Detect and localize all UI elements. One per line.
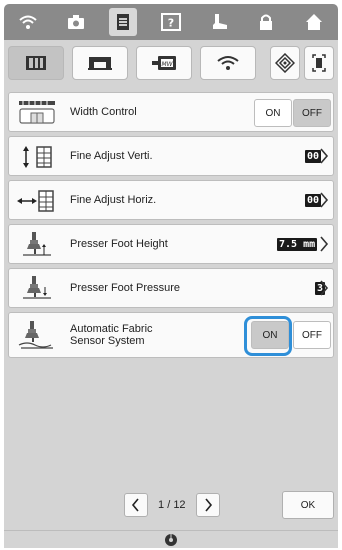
page-total: 12 [173,499,186,511]
chevron-right-icon[interactable] [319,235,329,253]
category-tab-bar: MW [8,46,334,82]
row-presser-foot-height[interactable]: Presser Foot Height 7.5 mm [8,224,334,264]
tab-wlan-icon[interactable] [200,46,256,80]
presser-foot-height-icon [15,229,59,261]
fine-adjust-verti-label: Fine Adjust Verti. [70,150,153,162]
row-width-control: Width Control ON OFF [8,92,334,132]
pager: 1 / 12 [124,492,220,518]
fabric-sensor-label-line1: Automatic Fabric [70,323,153,335]
lock-icon[interactable] [252,8,280,36]
thread-spool-icon[interactable] [164,533,178,547]
chevron-right-icon[interactable] [319,191,329,209]
width-control-icon [15,97,59,129]
width-control-off-button[interactable]: OFF [293,99,331,127]
svg-text:?: ? [168,17,174,30]
presser-foot-lift-icon[interactable] [205,8,233,36]
chevron-right-icon[interactable] [319,147,329,165]
fine-adjust-horizontal-icon [15,185,59,217]
presser-foot-pressure-icon [15,273,59,305]
fine-adjust-vertical-icon [15,141,59,173]
fabric-sensor-off-button[interactable]: OFF [293,321,331,349]
memory-button[interactable] [270,46,300,80]
row-fine-adjust-verti[interactable]: Fine Adjust Verti. 00 [8,136,334,176]
presser-foot-pressure-label: Presser Foot Pressure [70,282,181,294]
tab-sewing-machine-icon[interactable] [72,46,128,80]
bottom-bar [4,530,338,548]
page-current: 1 [158,499,165,511]
width-control-on-button[interactable]: ON [254,99,292,127]
home-icon[interactable] [300,8,328,36]
settings-panel: MW Width Control ON OFF Fine Adjust Vert… [4,40,338,530]
highlight-ring [244,316,292,356]
screen-button[interactable] [304,46,334,80]
ok-button[interactable]: OK [282,491,334,519]
width-control-label: Width Control [70,106,137,118]
row-fine-adjust-horiz[interactable]: Fine Adjust Horiz. 00 [8,180,334,220]
tab-machine-settings-icon[interactable] [8,46,64,80]
presser-foot-height-value: 7.5 mm [277,238,318,251]
presser-foot-height-label: Presser Foot Height [70,238,168,250]
fabric-sensor-label-line2: Sensor System [70,335,145,347]
chevron-right-icon[interactable] [319,279,329,297]
tab-embroidery-settings-icon[interactable]: MW [136,46,192,80]
page-next-button[interactable] [195,493,220,517]
wifi-icon[interactable] [14,8,42,36]
fabric-sensor-label: Automatic Fabric Sensor System [70,313,153,357]
help-icon[interactable]: ? [157,8,185,36]
page-previous-button[interactable] [124,493,148,517]
fabric-sensor-icon [15,319,59,351]
svg-text:MW: MW [161,61,173,68]
settings-page-icon[interactable] [109,8,138,36]
fine-adjust-horiz-label: Fine Adjust Horiz. [70,194,157,206]
page-separator: / [167,499,171,511]
camera-icon[interactable] [62,8,90,36]
page-indicator: 1 / 12 [158,499,186,511]
top-status-bar: ? [4,4,338,40]
row-presser-foot-pressure[interactable]: Presser Foot Pressure 3 [8,268,334,308]
